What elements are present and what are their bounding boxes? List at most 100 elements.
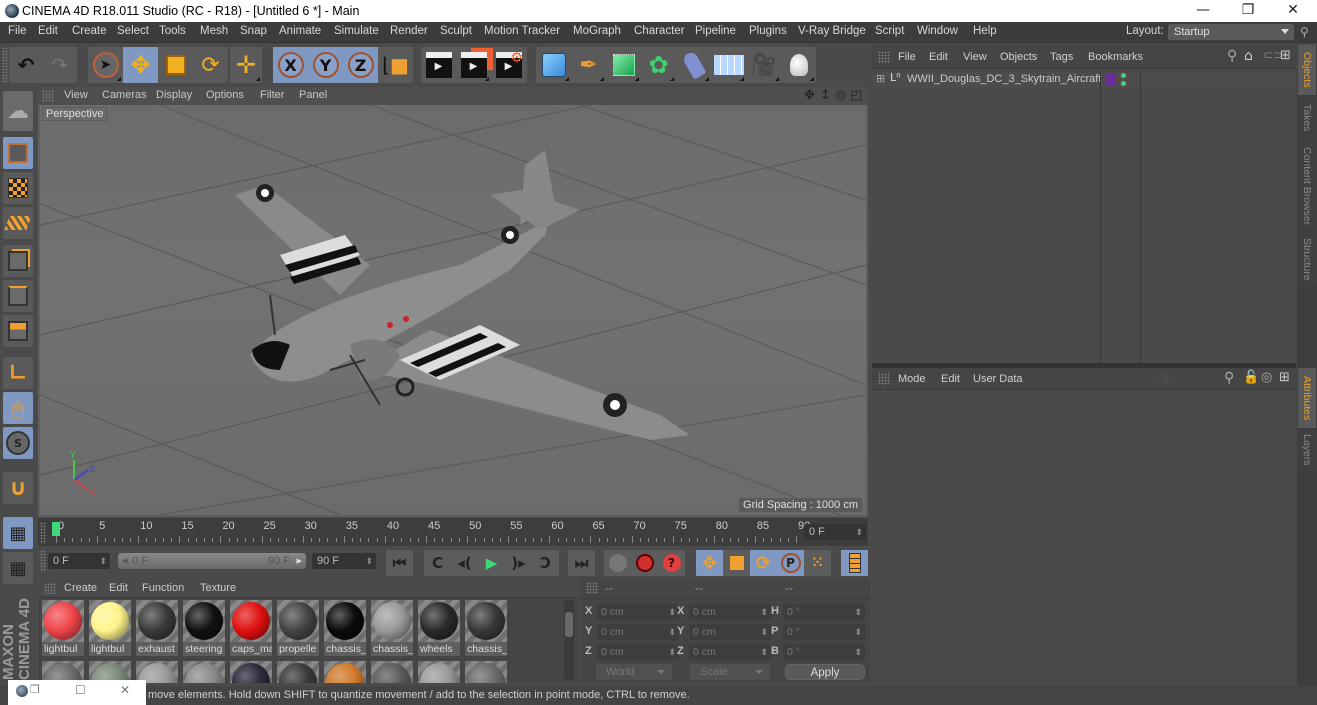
light-button[interactable] (781, 47, 816, 83)
locked-workplane-button[interactable]: ▦ (3, 517, 33, 549)
taskbar-thumbnail[interactable]: ❐ ☐ ✕ (8, 680, 146, 705)
material-swatch[interactable]: chassis_ (324, 600, 366, 656)
current-frame-field[interactable]: 0 F ⬍ (804, 524, 866, 540)
keyframe-selection-button[interactable]: ? (658, 550, 685, 576)
next-frame-button[interactable]: )▸ (505, 550, 532, 576)
render-picture-viewer-button[interactable]: ▶ (456, 47, 491, 83)
cube-button[interactable] (536, 47, 571, 83)
play-forward-button[interactable]: ▶ (478, 550, 505, 576)
polygons-mode-button[interactable] (3, 315, 33, 347)
tab-content-browser[interactable]: Content Browser (1298, 141, 1316, 231)
object-name[interactable]: WWII_Douglas_DC_3_Skytrain_Aircraft (907, 73, 1101, 85)
attribute-menu-edit[interactable]: Edit (941, 373, 960, 385)
sculpt-brush-button[interactable]: ☁ (3, 91, 33, 131)
attribute-grip[interactable] (878, 373, 890, 385)
render-view-button[interactable]: ▶ (421, 47, 456, 83)
restore-button[interactable]: ❐ (1225, 0, 1271, 22)
recent-tool-button[interactable]: ✛ (230, 47, 262, 83)
position-x-field[interactable]: 0 cm ⬍ (597, 604, 679, 620)
material-swatch[interactable] (371, 661, 413, 683)
menu-render[interactable]: Render (390, 25, 428, 37)
menu-motion-tracker[interactable]: Motion Tracker (484, 25, 560, 37)
menu-sculpt[interactable]: Sculpt (440, 25, 472, 37)
record-scale-button[interactable] (723, 550, 750, 576)
tab-takes[interactable]: Takes (1298, 97, 1316, 139)
search-icon[interactable]: ⚲ (1224, 370, 1234, 386)
material-swatch[interactable] (324, 661, 366, 683)
coordinate-mode-dropdown[interactable]: World (596, 664, 672, 680)
workplane-mode-button[interactable] (3, 207, 33, 239)
rotation-p-field[interactable]: 0 ° ⬍ (783, 624, 865, 640)
floor-button[interactable] (711, 47, 746, 83)
transport-grip[interactable] (40, 550, 46, 572)
search-icon[interactable]: ⚲ (1227, 48, 1237, 64)
menu-snap[interactable]: Snap (240, 25, 267, 37)
menu-simulate[interactable]: Simulate (334, 25, 379, 37)
playhead[interactable] (52, 522, 60, 536)
undo-button[interactable]: ↶ (9, 47, 43, 83)
menu-create[interactable]: Create (72, 25, 107, 37)
coordinate-size-dropdown[interactable]: Scale (690, 664, 770, 680)
object-grip[interactable] (878, 51, 890, 63)
snapping-button[interactable]: ∪ (3, 472, 33, 504)
expand-icon[interactable]: ⊞ (876, 72, 885, 85)
editor-visibility-dot[interactable] (1121, 73, 1126, 78)
render-visibility-dot[interactable] (1121, 81, 1126, 86)
move-button[interactable]: ✥ (123, 47, 158, 83)
lock-icon[interactable]: 🔓 (1243, 370, 1259, 385)
cloner-button[interactable]: ✿ (641, 47, 676, 83)
material-scrollbar-thumb[interactable] (565, 612, 573, 637)
minimize-button[interactable]: — (1180, 0, 1226, 22)
menu-mograph[interactable]: MoGraph (573, 25, 621, 37)
camera-button[interactable]: 🎥 (746, 47, 781, 83)
maximize-view-icon[interactable]: ◰ (850, 88, 862, 103)
material-swatch[interactable]: lightbul (89, 600, 131, 656)
attribute-menu-mode[interactable]: Mode (898, 373, 926, 385)
layout-dropdown[interactable]: Startup (1168, 24, 1294, 40)
home-icon[interactable]: ⌂ (1244, 48, 1253, 64)
camera-label[interactable]: Perspective (42, 107, 108, 121)
tweak-mode-button[interactable]: 🖱 (3, 392, 33, 424)
range-end-arrow-icon[interactable]: ▸ (296, 553, 302, 569)
material-menu-texture[interactable]: Texture (200, 582, 236, 594)
timeline-ruler[interactable]: 051015202530354045505560657075808590 0 F… (38, 518, 868, 546)
tab-layers[interactable]: Layers (1298, 430, 1316, 470)
object-menu-tags[interactable]: Tags (1050, 51, 1073, 63)
position-y-field[interactable]: 0 cm ⬍ (597, 624, 679, 640)
tab-structure[interactable]: Structure (1298, 233, 1316, 285)
z-axis-lock-button[interactable]: Z (343, 47, 378, 83)
record-point-level-button[interactable]: ⁙ (804, 550, 831, 576)
points-mode-button[interactable] (3, 245, 33, 277)
go-to-start-button[interactable]: ⏮ (386, 550, 413, 576)
menu-vray-bridge[interactable]: V-Ray Bridge (798, 25, 866, 37)
object-menu-view[interactable]: View (963, 51, 987, 63)
y-axis-lock-button[interactable]: Y (308, 47, 343, 83)
viewport-menu-panel[interactable]: Panel (299, 89, 327, 101)
object-menu-edit[interactable]: Edit (929, 51, 948, 63)
object-row[interactable]: ⊞ L⁰ WWII_Douglas_DC_3_Skytrain_Aircraft (872, 71, 1296, 389)
rotate-button[interactable]: ⟳ (193, 47, 228, 83)
material-swatch[interactable] (418, 661, 460, 683)
material-swatch[interactable]: wheels (418, 600, 460, 656)
model-mode-button[interactable] (3, 137, 33, 169)
close-button[interactable]: ✕ (1270, 0, 1316, 22)
viewport-menu-options[interactable]: Options (206, 89, 244, 101)
target-icon[interactable]: ◎ (1261, 370, 1272, 385)
coordinate-grip[interactable] (586, 582, 598, 594)
end-frame-field[interactable]: 90 F ⬍ (312, 553, 376, 569)
menu-window[interactable]: Window (917, 25, 958, 37)
attribute-menu-user-data[interactable]: User Data (973, 373, 1023, 385)
next-key-button[interactable]: Ɔ (532, 550, 559, 576)
previous-key-button[interactable]: C (424, 550, 451, 576)
apply-button[interactable]: Apply (785, 664, 865, 680)
record-active-objects-button[interactable] (604, 550, 631, 576)
zoom-view-icon[interactable]: ↕ (820, 88, 831, 103)
live-selection-button[interactable]: ➤ (88, 47, 123, 83)
texture-mode-button[interactable] (3, 172, 33, 204)
object-menu-objects[interactable]: Objects (1000, 51, 1037, 63)
range-start-arrow-icon[interactable]: ◂ (122, 553, 128, 569)
material-swatch[interactable] (465, 661, 507, 683)
material-grip[interactable] (44, 583, 56, 594)
record-position-button[interactable]: ✥ (696, 550, 723, 576)
material-menu-edit[interactable]: Edit (109, 582, 128, 594)
